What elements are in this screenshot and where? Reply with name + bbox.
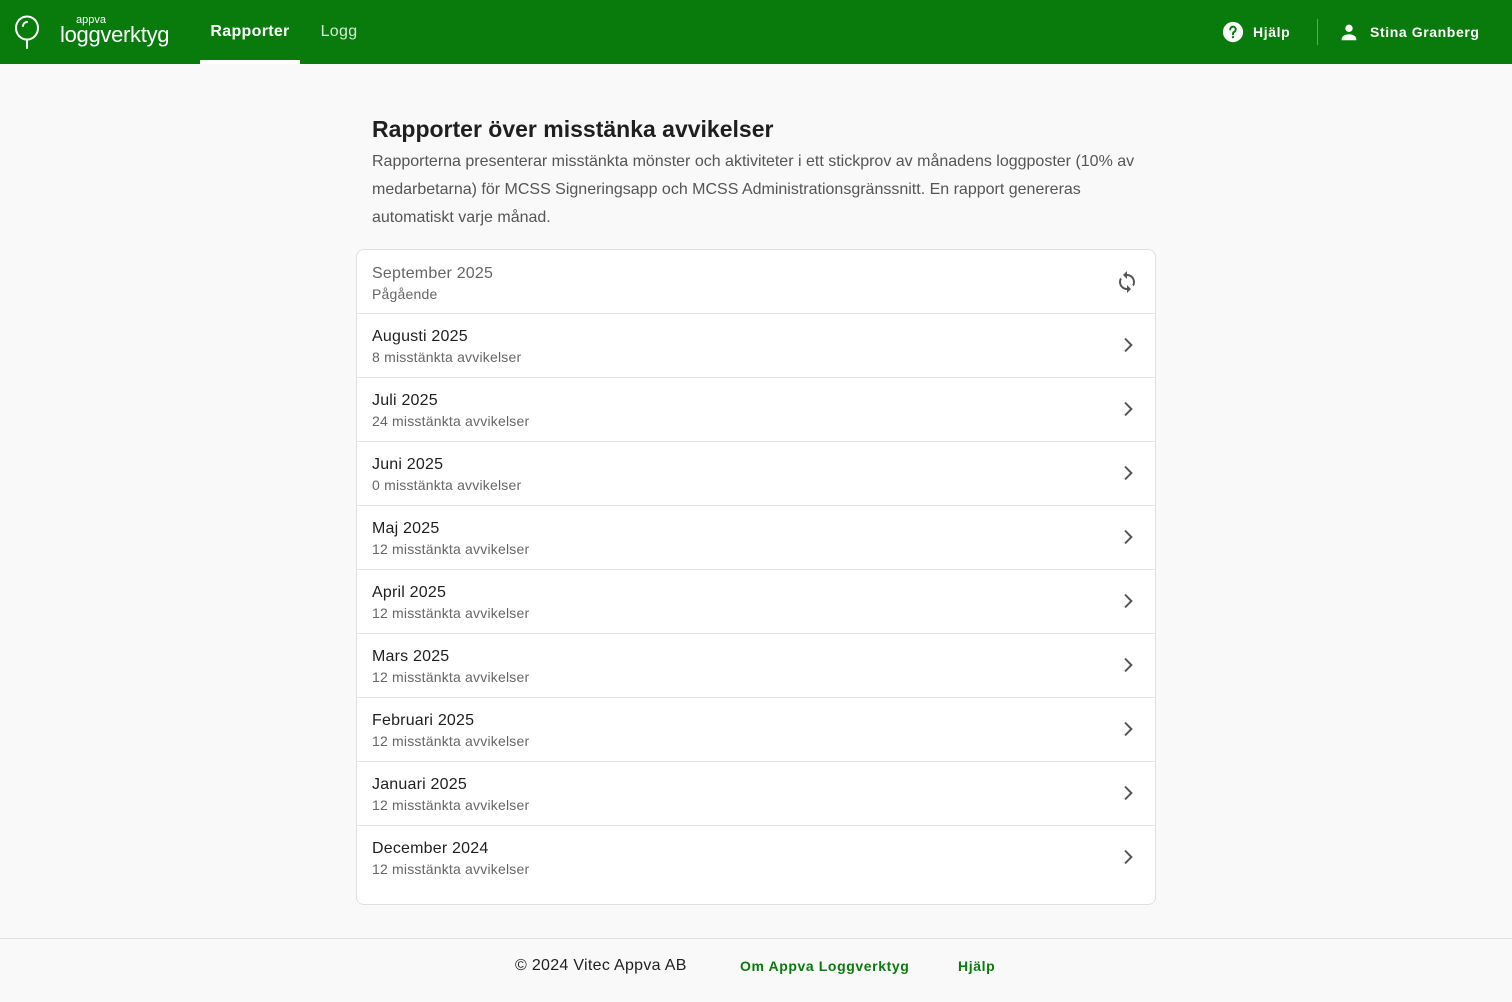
- report-month: April 2025: [372, 584, 447, 601]
- footer-copyright: © 2024 Vitec Appva AB: [515, 957, 687, 974]
- report-row[interactable]: Juli 2025 24 misstänkta avvikelser: [357, 377, 1155, 441]
- report-deviation-count: 12 misstänkta avvikelser: [372, 541, 530, 557]
- topbar-divider: [1317, 19, 1318, 45]
- help-circle-icon: [1222, 21, 1244, 43]
- report-status: Pågående: [372, 286, 438, 302]
- report-row[interactable]: April 2025 12 misstänkta avvikelser: [357, 569, 1155, 633]
- report-list: September 2025 Pågående Augusti 2025 8 m…: [356, 249, 1156, 905]
- person-icon: [1341, 24, 1357, 41]
- chevron-right-icon: [1124, 465, 1133, 481]
- report-deviation-count: 12 misstänkta avvikelser: [372, 797, 530, 813]
- tab-logg-label: Logg: [320, 23, 358, 40]
- row-divider: [357, 825, 1155, 826]
- page-footer: © 2024 Vitec Appva AB Om Appva Loggverkt…: [0, 938, 1512, 1002]
- tab-logg[interactable]: Logg: [300, 0, 378, 64]
- report-month: Juni 2025: [372, 456, 444, 473]
- app-logo[interactable]: appva loggverktyg: [14, 12, 174, 52]
- row-divider: [357, 505, 1155, 506]
- report-row[interactable]: Augusti 2025 8 misstänkta avvikelser: [357, 313, 1155, 377]
- balloon-logo-icon: [15, 15, 39, 49]
- row-divider: [357, 441, 1155, 442]
- user-name: Stina Granberg: [1370, 24, 1480, 40]
- logo-brand-name: loggverktyg: [60, 22, 170, 47]
- row-divider: [357, 633, 1155, 634]
- report-month: December 2024: [372, 840, 489, 857]
- report-month: Augusti 2025: [372, 328, 468, 345]
- report-row[interactable]: Juni 2025 0 misstänkta avvikelser: [357, 441, 1155, 505]
- report-row-in-progress[interactable]: September 2025 Pågående: [357, 250, 1155, 314]
- row-divider: [357, 313, 1155, 314]
- chevron-right-icon: [1124, 593, 1133, 609]
- row-divider: [357, 697, 1155, 698]
- report-row[interactable]: December 2024 12 misstänkta avvikelser: [357, 825, 1155, 889]
- chevron-right-icon: [1124, 785, 1133, 801]
- chevron-right-icon: [1124, 657, 1133, 673]
- user-menu-button[interactable]: Stina Granberg: [1338, 16, 1498, 48]
- report-deviation-count: 12 misstänkta avvikelser: [372, 861, 530, 877]
- report-month: September 2025: [372, 265, 494, 282]
- report-deviation-count: 0 misstänkta avvikelser: [372, 477, 522, 493]
- page-title: Rapporter över misstänka avvikelser: [372, 116, 774, 142]
- chevron-right-icon: [1124, 721, 1133, 737]
- report-deviation-count: 12 misstänkta avvikelser: [372, 733, 530, 749]
- row-divider: [357, 569, 1155, 570]
- report-deviation-count: 12 misstänkta avvikelser: [372, 669, 530, 685]
- help-button[interactable]: Hjälp: [1222, 16, 1306, 48]
- report-row[interactable]: Maj 2025 12 misstänkta avvikelser: [357, 505, 1155, 569]
- logo-wordmark: appva loggverktyg: [44, 12, 174, 52]
- chevron-right-icon: [1124, 849, 1133, 865]
- tab-rapporter-label: Rapporter: [210, 23, 290, 40]
- help-button-label: Hjälp: [1253, 24, 1291, 40]
- row-divider: [357, 377, 1155, 378]
- report-month: Mars 2025: [372, 648, 450, 665]
- refresh-icon: [1119, 271, 1135, 293]
- chevron-right-icon: [1124, 401, 1133, 417]
- report-row[interactable]: Mars 2025 12 misstänkta avvikelser: [357, 633, 1155, 697]
- report-month: Maj 2025: [372, 520, 440, 537]
- report-deviation-count: 12 misstänkta avvikelser: [372, 605, 530, 621]
- page-description: Rapporterna presenterar misstänkta mönst…: [372, 153, 1135, 226]
- report-month: Januari 2025: [372, 776, 467, 793]
- tab-rapporter[interactable]: Rapporter: [200, 0, 300, 64]
- report-row[interactable]: Februari 2025 12 misstänkta avvikelser: [357, 697, 1155, 761]
- top-app-bar: appva loggverktyg Rapporter Logg Hjälp S…: [0, 0, 1512, 64]
- chevron-right-icon: [1124, 337, 1133, 353]
- report-month: Juli 2025: [372, 392, 438, 409]
- report-deviation-count: 24 misstänkta avvikelser: [372, 413, 530, 429]
- row-divider: [357, 761, 1155, 762]
- report-row[interactable]: Januari 2025 12 misstänkta avvikelser: [357, 761, 1155, 825]
- footer-about-link[interactable]: Om Appva Loggverktyg: [740, 958, 909, 974]
- report-deviation-count: 8 misstänkta avvikelser: [372, 349, 522, 365]
- chevron-right-icon: [1124, 529, 1133, 545]
- report-month: Februari 2025: [372, 712, 475, 729]
- footer-help-link[interactable]: Hjälp: [958, 958, 995, 974]
